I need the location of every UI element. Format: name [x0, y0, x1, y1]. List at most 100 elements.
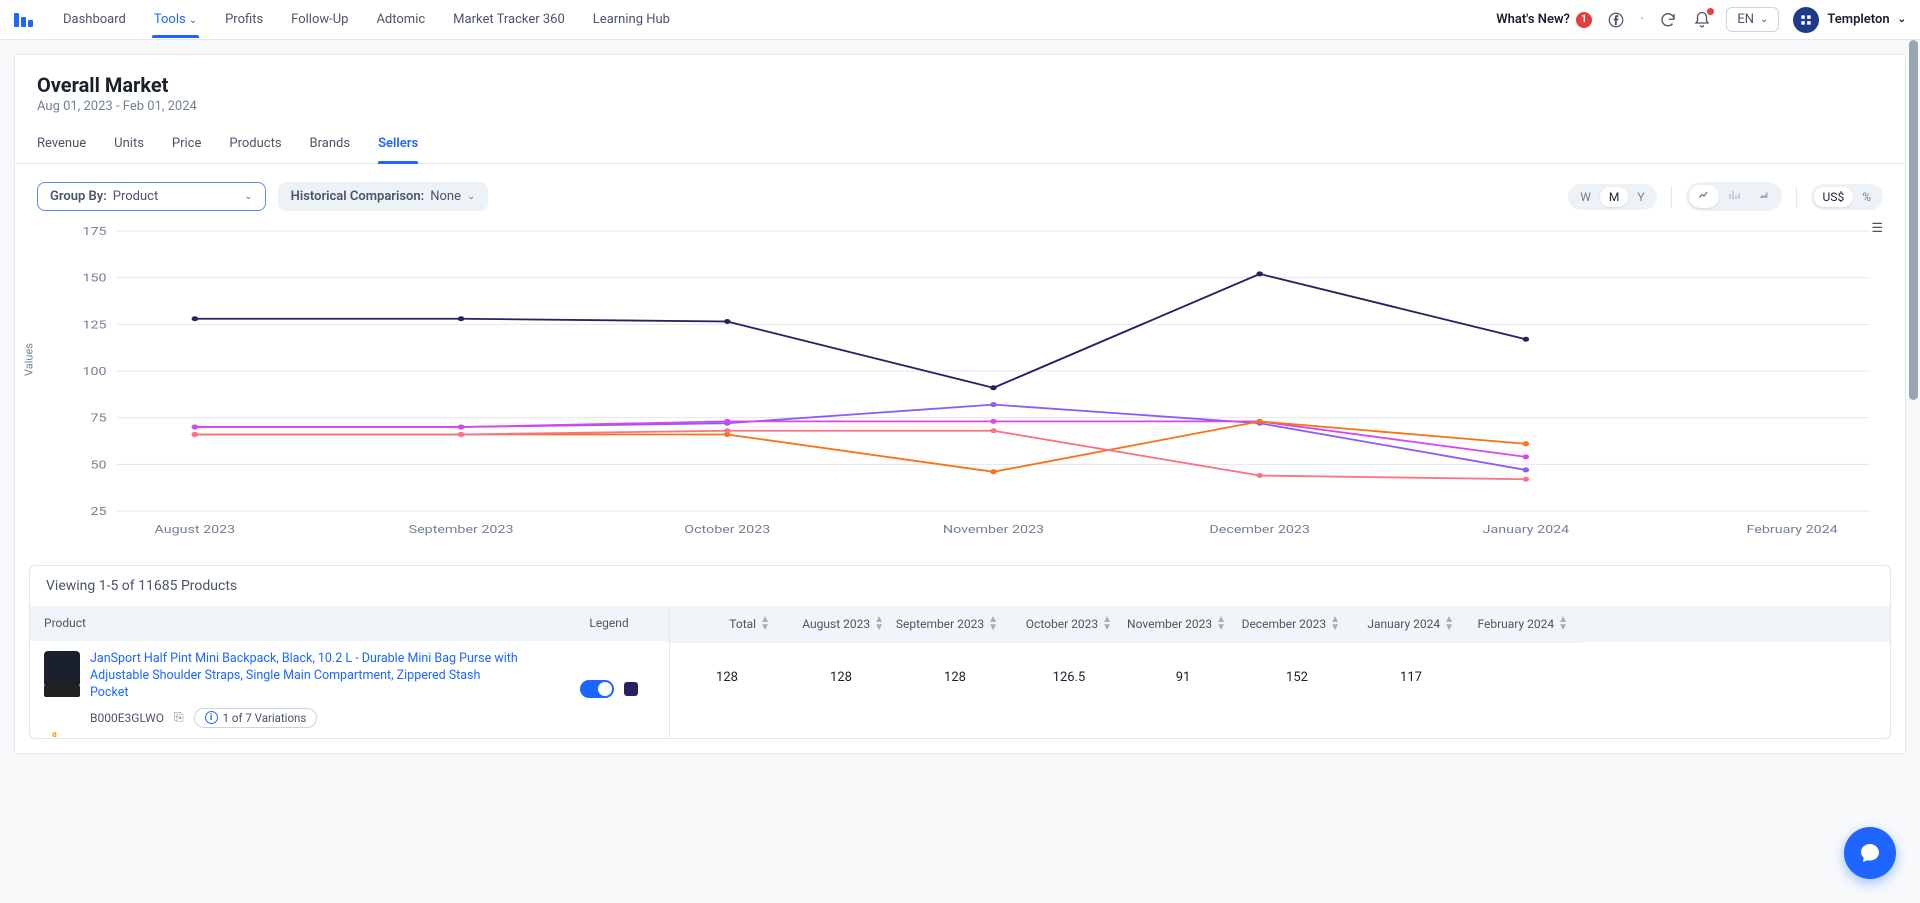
- variations-label: 1 of 7 Variations: [223, 711, 307, 725]
- scrollbar[interactable]: [1906, 40, 1920, 903]
- nav-followup[interactable]: Follow-Up: [279, 2, 360, 37]
- group-by-value: Product: [113, 189, 158, 204]
- divider: [1671, 186, 1672, 208]
- tab-units[interactable]: Units: [114, 136, 144, 163]
- chart-menu-icon[interactable]: ☰: [1871, 221, 1883, 236]
- nav-adtomic[interactable]: Adtomic: [364, 2, 437, 37]
- products-table: Viewing 1-5 of 11685 Products Product Le…: [29, 565, 1891, 739]
- th-product: Product: [30, 606, 549, 640]
- cell-value: 126.5: [1012, 642, 1126, 712]
- th-total[interactable]: Total▲▼: [670, 606, 784, 642]
- page-title: Overall Market: [37, 73, 1883, 97]
- chevron-down-icon: ⌄: [1760, 14, 1768, 25]
- whats-new-badge: 1: [1576, 12, 1592, 28]
- cell-value: 117: [1354, 642, 1468, 712]
- table-info: Viewing 1-5 of 11685 Products: [30, 566, 1890, 606]
- svg-text:February 2024: February 2024: [1747, 524, 1838, 537]
- controls-row: Group By: Product ⌄ Historical Compariso…: [15, 164, 1905, 221]
- nav-dashboard[interactable]: Dashboard: [51, 2, 138, 37]
- chevron-down-icon: ⌄: [189, 15, 197, 26]
- product-asin: B000E3GLWO: [90, 711, 164, 725]
- chevron-down-icon: ⌄: [164, 191, 252, 202]
- legend-color-icon: [624, 682, 638, 696]
- row-toggle[interactable]: [580, 680, 614, 698]
- period-m[interactable]: M: [1600, 187, 1628, 207]
- svg-text:September 2023: September 2023: [409, 524, 514, 537]
- nav-tools[interactable]: Tools⌄: [142, 2, 209, 37]
- svg-text:December 2023: December 2023: [1209, 524, 1310, 537]
- svg-text:October 2023: October 2023: [684, 524, 770, 537]
- historical-comparison-select[interactable]: Historical Comparison: None ⌄: [278, 182, 489, 211]
- group-by-label: Group By:: [50, 189, 107, 204]
- whats-new-button[interactable]: What's New? 1: [1496, 12, 1592, 28]
- cell-value: 152: [1240, 642, 1354, 712]
- unit-segment[interactable]: US$ %: [1811, 184, 1883, 210]
- svg-text:November 2023: November 2023: [943, 524, 1044, 537]
- chevron-down-icon: ⌄: [1898, 14, 1906, 25]
- username-label: Templeton: [1827, 12, 1889, 27]
- avatar-icon: [1793, 7, 1819, 33]
- nav-market-tracker[interactable]: Market Tracker 360: [441, 2, 577, 37]
- nav-learning-hub[interactable]: Learning Hub: [581, 2, 682, 37]
- page-card: Overall Market Aug 01, 2023 - Feb 01, 20…: [14, 54, 1906, 754]
- th-december-2023[interactable]: December 2023▲▼: [1240, 606, 1354, 642]
- top-nav-left: Dashboard Tools⌄ Profits Follow-Up Adtom…: [14, 2, 682, 37]
- tab-price[interactable]: Price: [172, 136, 201, 163]
- amazon-badge-icon: a: [52, 730, 57, 739]
- period-segment[interactable]: W M Y: [1568, 184, 1656, 210]
- svg-text:100: 100: [82, 366, 106, 379]
- copy-icon[interactable]: ⎘: [174, 710, 184, 725]
- separator-dot: •: [1640, 12, 1644, 27]
- language-select[interactable]: EN ⌄: [1726, 7, 1779, 32]
- chart-type-segment[interactable]: [1686, 182, 1782, 211]
- svg-text:August 2023: August 2023: [155, 524, 236, 537]
- divider: [1796, 186, 1797, 208]
- info-icon: i: [205, 711, 218, 724]
- svg-text:January 2024: January 2024: [1483, 524, 1569, 537]
- nav-tools-label: Tools: [154, 12, 186, 27]
- user-menu[interactable]: Templeton ⌄: [1793, 7, 1906, 33]
- y-axis-label: Values: [23, 343, 36, 376]
- refresh-icon[interactable]: [1658, 10, 1678, 30]
- period-w[interactable]: W: [1571, 187, 1600, 207]
- chart-container: ☰ Values 255075100125150175August 2023Se…: [15, 221, 1905, 551]
- tab-brands[interactable]: Brands: [310, 136, 351, 163]
- cell-value: 128: [898, 642, 1012, 712]
- area-chart-icon[interactable]: [1749, 185, 1779, 208]
- variations-pill[interactable]: i 1 of 7 Variations: [194, 708, 318, 728]
- th-february-2024[interactable]: February 2024▲▼: [1468, 606, 1582, 642]
- chevron-down-icon: ⌄: [467, 191, 475, 202]
- product-image[interactable]: [44, 651, 80, 687]
- tab-products[interactable]: Products: [229, 136, 281, 163]
- unit-pct[interactable]: %: [1853, 187, 1880, 207]
- cell-value: 128: [670, 642, 784, 712]
- th-november-2023[interactable]: November 2023▲▼: [1126, 606, 1240, 642]
- group-by-select[interactable]: Group By: Product ⌄: [37, 182, 266, 211]
- svg-text:25: 25: [90, 506, 106, 519]
- th-october-2023[interactable]: October 2023▲▼: [1012, 606, 1126, 642]
- tab-sellers[interactable]: Sellers: [378, 136, 418, 163]
- nav-profits[interactable]: Profits: [213, 2, 275, 37]
- th-january-2024[interactable]: January 2024▲▼: [1354, 606, 1468, 642]
- tab-revenue[interactable]: Revenue: [37, 136, 86, 163]
- hist-label: Historical Comparison:: [291, 189, 425, 204]
- th-september-2023[interactable]: September 2023▲▼: [898, 606, 1012, 642]
- product-title-link[interactable]: JanSport Half Pint Mini Backpack, Black,…: [90, 651, 520, 702]
- top-nav-right: What's New? 1 • EN ⌄ Templeton ⌄: [1496, 7, 1906, 33]
- th-august-2023[interactable]: August 2023▲▼: [784, 606, 898, 642]
- hist-value: None: [430, 189, 461, 204]
- chat-fab[interactable]: [1844, 827, 1896, 879]
- bar-chart-icon[interactable]: [1719, 185, 1749, 208]
- svg-text:125: 125: [82, 319, 106, 332]
- svg-text:50: 50: [90, 459, 106, 472]
- logo-icon[interactable]: [14, 13, 33, 27]
- bell-icon[interactable]: [1692, 10, 1712, 30]
- line-chart-icon[interactable]: [1689, 185, 1719, 208]
- language-label: EN: [1737, 12, 1754, 27]
- table-row: a JanSport Half Pint Mini Backpack, Blac…: [30, 640, 669, 738]
- date-range: Aug 01, 2023 - Feb 01, 2024: [37, 99, 1883, 114]
- period-y[interactable]: Y: [1628, 187, 1653, 207]
- whats-new-label: What's New?: [1496, 12, 1570, 27]
- unit-usd[interactable]: US$: [1814, 187, 1854, 207]
- facebook-icon[interactable]: [1606, 10, 1626, 30]
